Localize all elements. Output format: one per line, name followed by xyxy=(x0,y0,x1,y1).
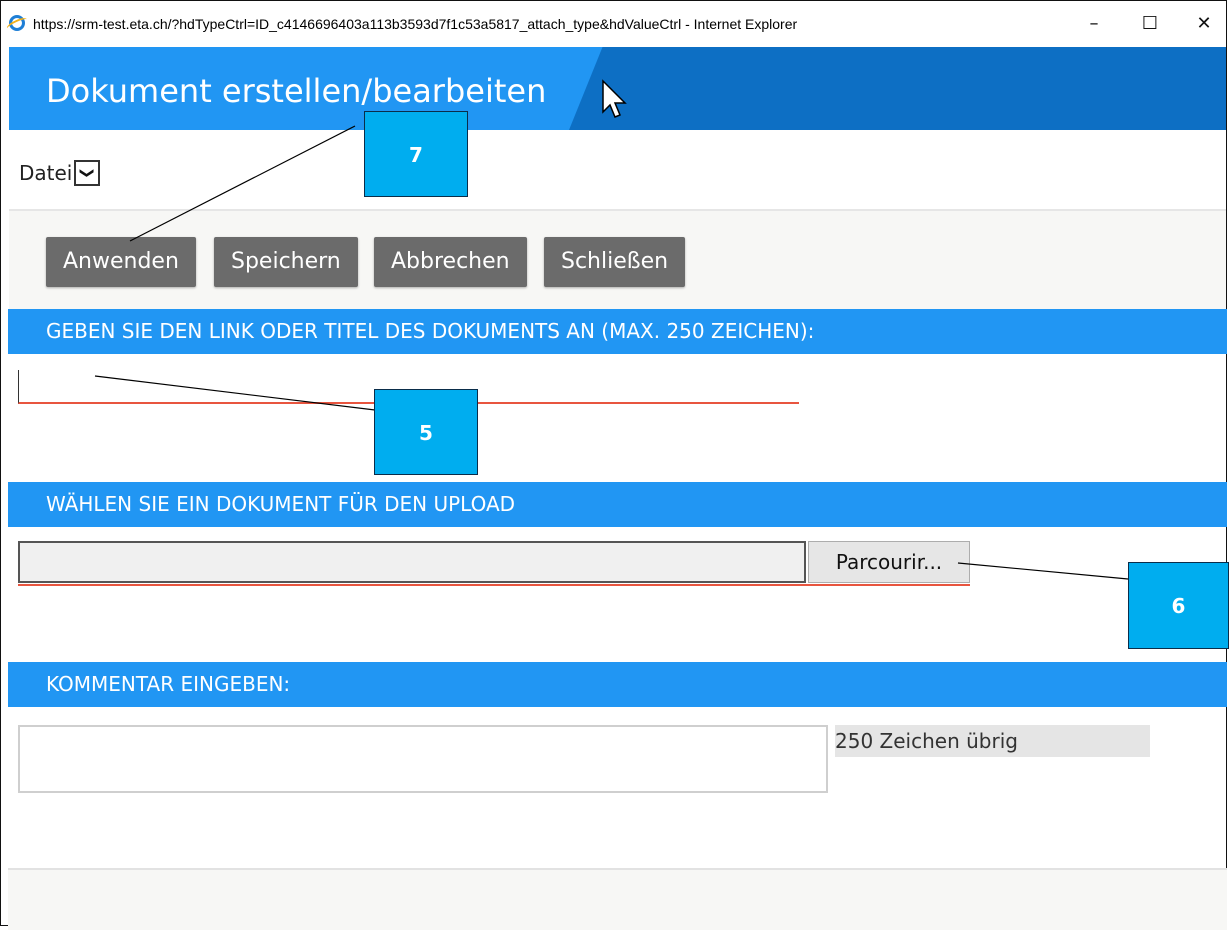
type-select-row: Datei ❯ xyxy=(9,131,1226,211)
apply-button[interactable]: Anwenden xyxy=(46,237,196,287)
close-window-button[interactable]: ✕ xyxy=(1181,7,1226,41)
page-header: Dokument erstellen/bearbeiten xyxy=(9,47,1226,130)
callout-6: 6 xyxy=(1128,562,1229,649)
header-accent xyxy=(569,47,1226,130)
close-button[interactable]: Schließen xyxy=(544,237,686,287)
file-field-underline xyxy=(18,584,970,586)
comment-textarea[interactable] xyxy=(18,725,828,793)
document-type-value: Datei xyxy=(19,161,73,185)
callout-5: 5 xyxy=(374,389,478,475)
section-comment: KOMMENTAR EINGEBEN: xyxy=(8,662,1227,707)
title-bar: https://srm-test.eta.ch/?hdTypeCtrl=ID_c… xyxy=(1,1,1226,47)
minimize-button[interactable]: – xyxy=(1071,7,1117,41)
browse-button[interactable]: Parcourir... xyxy=(808,541,970,583)
maximize-button[interactable]: ☐ xyxy=(1127,7,1173,41)
footer-area xyxy=(8,868,1227,930)
chevron-down-icon[interactable]: ❯ xyxy=(74,160,101,186)
internet-explorer-icon xyxy=(9,15,25,31)
file-path-field[interactable] xyxy=(18,541,806,583)
document-type-select[interactable]: Datei ❯ xyxy=(19,153,101,193)
cancel-button[interactable]: Abbrechen xyxy=(374,237,527,287)
section-link-title: GEBEN SIE DEN LINK ODER TITEL DES DOKUME… xyxy=(8,309,1227,354)
page-title: Dokument erstellen/bearbeiten xyxy=(46,72,547,110)
save-button[interactable]: Speichern xyxy=(214,237,358,287)
window-title: https://srm-test.eta.ch/?hdTypeCtrl=ID_c… xyxy=(33,16,798,32)
section-upload: WÄHLEN SIE EIN DOKUMENT FÜR DEN UPLOAD xyxy=(8,482,1227,527)
callout-7: 7 xyxy=(364,111,468,197)
chars-remaining: 250 Zeichen übrig xyxy=(835,725,1150,757)
